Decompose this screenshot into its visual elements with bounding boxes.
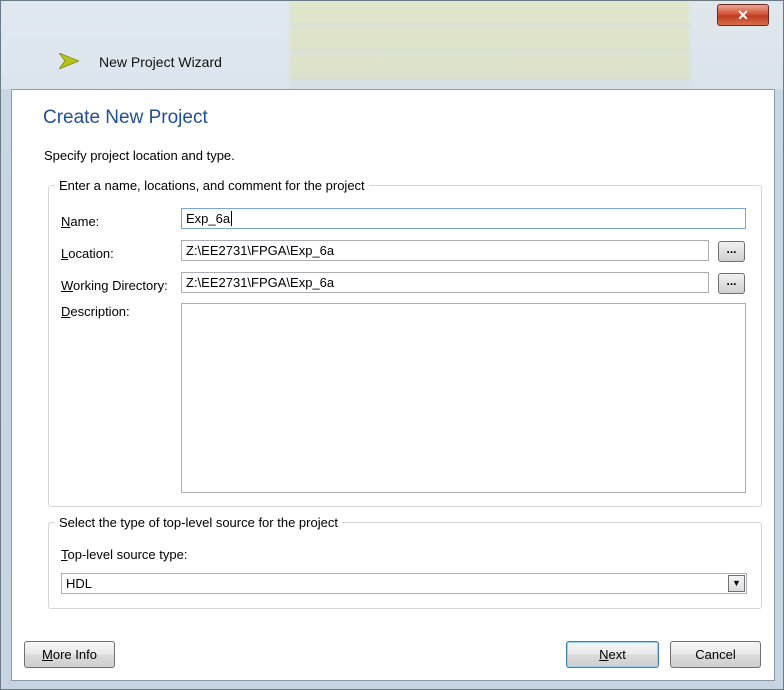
working-directory-browse-button[interactable]: ... (718, 273, 745, 294)
name-input[interactable]: Exp_6a (181, 208, 746, 229)
source-type-legend: Select the type of top-level source for … (59, 515, 338, 530)
wizard-footer: More Info Next Cancel (11, 631, 773, 679)
location-label: Location: (61, 246, 114, 261)
page-title: Create New Project (43, 107, 208, 128)
chevron-down-icon[interactable]: ▼ (728, 575, 745, 592)
close-icon: ✕ (737, 7, 749, 23)
working-directory-label: Working Directory: (61, 278, 168, 293)
source-type-select[interactable]: HDL ▼ (61, 573, 747, 594)
text-caret (231, 211, 233, 226)
close-button[interactable]: ✕ (717, 4, 769, 26)
description-label: Description: (61, 304, 130, 319)
wizard-header: Create New Project Specify project locat… (12, 90, 774, 170)
wizard-content: Create New Project Specify project locat… (11, 89, 775, 681)
source-type-group: Select the type of top-level source for … (48, 515, 762, 609)
page-subtitle: Specify project location and type. (44, 148, 235, 163)
next-button[interactable]: Next (566, 641, 659, 668)
ise-logo-icon (59, 53, 79, 69)
location-browse-button[interactable]: ... (718, 241, 745, 262)
description-textarea[interactable] (181, 303, 746, 493)
source-type-label: Top-level source type: (61, 547, 188, 562)
name-label: Name: (61, 214, 100, 229)
location-input[interactable]: Z:\EE2731\FPGA\Exp_6a (181, 240, 709, 261)
working-directory-input[interactable]: Z:\EE2731\FPGA\Exp_6a (181, 272, 709, 293)
cancel-button[interactable]: Cancel (670, 641, 761, 668)
window-title: New Project Wizard (99, 54, 222, 70)
more-info-button[interactable]: More Info (24, 641, 115, 668)
title-bar[interactable]: New Project Wizard ✕ (1, 1, 783, 89)
project-info-legend: Enter a name, locations, and comment for… (59, 178, 365, 193)
source-type-selected-value: HDL (66, 576, 93, 591)
new-project-wizard-window: New Project Wizard ✕ Create New Project … (0, 0, 784, 690)
